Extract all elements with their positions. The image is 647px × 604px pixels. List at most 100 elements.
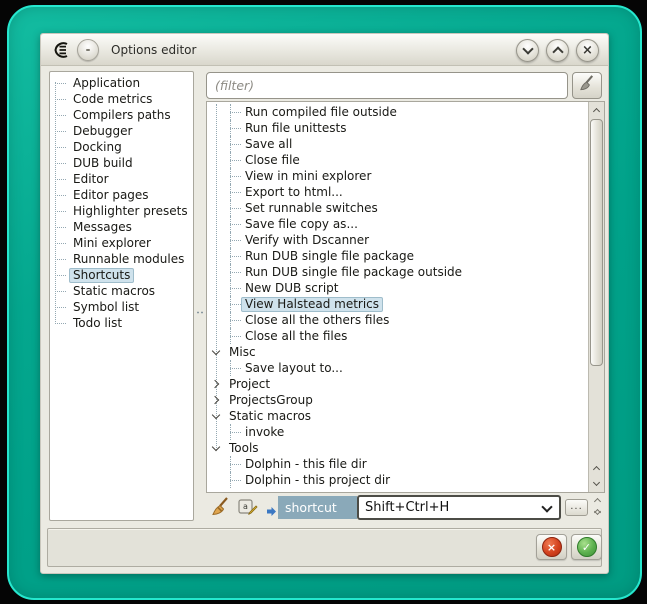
minimize-button[interactable] [516, 39, 539, 62]
scrollbar-thumb[interactable] [590, 119, 603, 366]
titlebar[interactable]: Options editor × [41, 34, 608, 66]
sidebar-item-docking[interactable]: Docking [50, 139, 193, 155]
sidebar-item-compilers-paths[interactable]: Compilers paths [50, 107, 193, 123]
tree-item-export-to-html[interactable]: Export to html... [207, 184, 588, 200]
shortcut-more-button[interactable]: ... [565, 499, 588, 516]
chevron-up-icon [552, 46, 563, 57]
filter-input[interactable] [206, 72, 568, 99]
sidebar-item-messages[interactable]: Messages [50, 219, 193, 235]
tree-item-label: Dolphin - this file dir [241, 457, 371, 472]
tree-item-tools[interactable]: Tools [207, 440, 588, 456]
tree-connector [55, 195, 66, 196]
tree-item-invoke[interactable]: invoke [207, 424, 588, 440]
categories-panel: ApplicationCode metricsCompilers pathsDe… [49, 71, 194, 521]
tree-item-set-runnable-switches[interactable]: Set runnable switches [207, 200, 588, 216]
close-button[interactable]: × [576, 39, 599, 62]
shortcut-value-combobox[interactable]: Shift+Ctrl+H [357, 495, 561, 520]
sidebar-item-mini-explorer[interactable]: Mini explorer [50, 235, 193, 251]
tree-item-projectsgroup[interactable]: ProjectsGroup [207, 392, 588, 408]
tree-item-view-in-mini-explorer[interactable]: View in mini explorer [207, 168, 588, 184]
shortcut-list: Run compiled file outsideRun file unitte… [207, 104, 588, 492]
tree-item-static-macros[interactable]: Static macros [207, 408, 588, 424]
sidebar-item-runnable-modules[interactable]: Runnable modules [50, 251, 193, 267]
sidebar-item-code-metrics[interactable]: Code metrics [50, 91, 193, 107]
expand-arrow-icon[interactable] [211, 396, 219, 404]
shortcuts-tree: Run compiled file outsideRun file unitte… [206, 101, 605, 493]
collapse-arrow-icon[interactable] [212, 443, 220, 451]
sidebar-item-highlighter-presets[interactable]: Highlighter presets [50, 203, 193, 219]
edit-text-icon: a [238, 503, 258, 522]
sidebar-item-application[interactable]: Application [50, 75, 193, 91]
maximize-button[interactable] [546, 39, 569, 62]
accept-button[interactable]: ✓ [571, 534, 602, 560]
options-editor-window: Options editor × ApplicationCode metrics… [40, 33, 609, 574]
clear-filter-button[interactable] [572, 72, 602, 99]
chevron-down-icon [593, 479, 600, 486]
tree-item-new-dub-script[interactable]: New DUB script [207, 280, 588, 296]
tree-item-close-all-the-others-files[interactable]: Close all the others files [207, 312, 588, 328]
tree-item-label: Export to html... [241, 185, 347, 200]
tree-item-run-compiled-file-outside[interactable]: Run compiled file outside [207, 104, 588, 120]
tree-item-label: Misc [225, 345, 260, 360]
tree-item-dolphin-this-file-dir[interactable]: Dolphin - this file dir [207, 456, 588, 472]
tree-item-run-dub-single-file-package[interactable]: Run DUB single file package [207, 248, 588, 264]
sidebar-item-symbol-list[interactable]: Symbol list [50, 299, 193, 315]
tree-item-verify-with-dscanner[interactable]: Verify with Dscanner [207, 232, 588, 248]
collapse-arrow-icon[interactable] [212, 347, 220, 355]
tree-item-label: Close file [241, 153, 304, 168]
tree-item-run-file-unittests[interactable]: Run file unittests [207, 120, 588, 136]
menu-dot-icon [86, 49, 90, 51]
tree-item-save-file-copy-as[interactable]: Save file copy as... [207, 216, 588, 232]
tree-item-label: Close all the files [241, 329, 351, 344]
tree-item-project[interactable]: Project [207, 376, 588, 392]
chevron-up-icon [593, 466, 600, 473]
scroll-up-button[interactable] [589, 460, 604, 476]
property-grid-scrollbar[interactable] [591, 494, 605, 523]
sidebar-item-label: Highlighter presets [69, 204, 192, 219]
expand-arrow-icon[interactable] [211, 380, 219, 388]
scroll-down-button[interactable] [589, 476, 604, 492]
tree-item-label: Project [225, 377, 274, 392]
sidebar-item-debugger[interactable]: Debugger [50, 123, 193, 139]
tree-item-misc[interactable]: Misc [207, 344, 588, 360]
cancel-button[interactable]: × [536, 534, 567, 560]
tree-item-save-all[interactable]: Save all [207, 136, 588, 152]
accept-icon: ✓ [577, 537, 597, 557]
tree-connector [55, 227, 66, 228]
property-name-cell[interactable]: shortcut [278, 496, 357, 519]
tree-item-run-dub-single-file-package-outside[interactable]: Run DUB single file package outside [207, 264, 588, 280]
sidebar-item-dub-build[interactable]: DUB build [50, 155, 193, 171]
tree-item-label: invoke [241, 425, 288, 440]
tree-item-dolphin-this-project-dir[interactable]: Dolphin - this project dir [207, 472, 588, 488]
tree-connector [55, 99, 66, 100]
sidebar-item-shortcuts[interactable]: Shortcuts [50, 267, 193, 283]
tree-connector [55, 115, 66, 116]
sidebar-item-editor-pages[interactable]: Editor pages [50, 187, 193, 203]
splitter-handle[interactable] [194, 71, 206, 521]
window-menu-button[interactable] [77, 39, 99, 61]
sidebar-item-label: Shortcuts [69, 268, 134, 283]
collapse-arrow-icon[interactable] [212, 411, 220, 419]
window-controls: × [516, 39, 599, 62]
sidebar-item-static-macros[interactable]: Static macros [50, 283, 193, 299]
categories-list: ApplicationCode metricsCompilers pathsDe… [50, 75, 193, 331]
footer-bar: × ✓ [47, 528, 602, 567]
tree-item-close-file[interactable]: Close file [207, 152, 588, 168]
sidebar-item-editor[interactable]: Editor [50, 171, 193, 187]
scroll-up-button[interactable] [589, 102, 604, 118]
tree-item-view-halstead-metrics[interactable]: View Halstead metrics [207, 296, 588, 312]
sidebar-item-label: Compilers paths [69, 108, 175, 123]
tree-item-label: View Halstead metrics [241, 297, 383, 312]
tree-item-label: Run file unittests [241, 121, 350, 136]
tree-item-label: Run DUB single file package [241, 249, 418, 264]
tree-item-close-all-the-files[interactable]: Close all the files [207, 328, 588, 344]
tree-connector [55, 163, 66, 164]
rename-shortcut-button[interactable]: a [238, 498, 258, 522]
splitter-grip-icon [196, 311, 204, 314]
sidebar-item-label: Runnable modules [69, 252, 188, 267]
sidebar-item-label: DUB build [69, 156, 137, 171]
sidebar-item-todo-list[interactable]: Todo list [50, 315, 193, 331]
tree-scrollbar[interactable] [588, 102, 604, 492]
clear-shortcut-button[interactable] [210, 496, 232, 522]
tree-item-save-layout-to[interactable]: Save layout to... [207, 360, 588, 376]
